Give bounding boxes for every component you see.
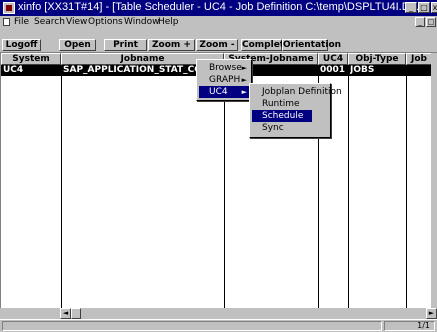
mdi-minimize-button[interactable]: _ (415, 17, 425, 27)
column-header-obj-type[interactable]: Obj-Type (348, 53, 406, 65)
menu-file[interactable]: File (14, 16, 29, 28)
page-indicator: 1/1 (384, 321, 435, 331)
column-header-job[interactable]: Job (406, 53, 432, 65)
window-title: xinfo [XX31T#14] - [Table Scheduler - UC… (18, 1, 419, 13)
submenu-schedule[interactable]: Schedule (252, 110, 312, 122)
menu-search[interactable]: Search (34, 16, 65, 28)
column-header-uc4[interactable]: UC4 (318, 53, 348, 65)
menu-view[interactable]: View (66, 16, 87, 28)
submenu-arrow-icon: ► (241, 88, 247, 96)
logoff-button[interactable]: Logoff (2, 39, 41, 51)
cell-uc4: 0001 (320, 65, 346, 75)
document-icon[interactable] (3, 18, 10, 26)
complete-button[interactable]: Complete (241, 39, 290, 51)
uc4-submenu: Jobplan Definition Runtime Schedule Sync (249, 83, 342, 138)
maximize-button[interactable]: □ (418, 2, 430, 13)
status-bar: 1/1 (0, 319, 437, 332)
context-menu-uc4[interactable]: UC4 ► (199, 86, 249, 98)
title-bar: xinfo [XX31T#14] - [Table Scheduler - UC… (0, 0, 437, 16)
mdi-restore-button[interactable]: □ (426, 17, 436, 27)
cell-system: UC4 (3, 65, 24, 75)
context-menu: Browse ► GRAPH ► UC4 ► (196, 59, 252, 101)
submenu-sync[interactable]: Sync (252, 122, 328, 134)
context-menu-browse[interactable]: Browse ► (199, 62, 249, 74)
close-button[interactable]: x (431, 2, 437, 13)
submenu-jobplan-definition[interactable]: Jobplan Definition (252, 86, 342, 98)
column-divider (406, 65, 407, 308)
status-message (2, 321, 382, 331)
scroll-left-icon[interactable]: ◄ (60, 308, 71, 319)
column-header-system[interactable]: System (1, 53, 61, 65)
app-icon[interactable] (3, 2, 15, 14)
orientation-button[interactable]: Orientation (282, 39, 341, 51)
submenu-arrow-icon: ► (241, 64, 247, 72)
menu-window[interactable]: Window (124, 16, 160, 28)
print-button[interactable]: Print (104, 39, 147, 51)
minimize-button[interactable]: _ (405, 2, 417, 13)
cell-obj-type: JOBS (350, 65, 375, 75)
context-menu-browse-label: Browse (209, 63, 242, 73)
zoom-in-button[interactable]: Zoom + (148, 39, 195, 51)
context-menu-graph[interactable]: GRAPH ► (199, 74, 249, 86)
zoom-out-button[interactable]: Zoom - (196, 39, 238, 51)
column-divider (224, 65, 225, 308)
column-divider (348, 65, 349, 308)
submenu-arrow-icon: ► (241, 76, 247, 84)
open-button[interactable]: Open (59, 39, 96, 51)
horizontal-scrollbar[interactable]: ◄ ► (60, 308, 437, 319)
submenu-runtime[interactable]: Runtime (252, 98, 328, 110)
context-menu-uc4-label: UC4 (209, 87, 228, 97)
column-divider (61, 65, 62, 308)
vertical-scrollbar[interactable] (431, 53, 437, 308)
scroll-thumb[interactable] (71, 308, 81, 319)
toolbar: Logoff Open Print Zoom + Zoom - Complete… (0, 28, 437, 53)
menu-bar: File Search View Options Window Help _ □ (0, 16, 437, 28)
menu-help[interactable]: Help (158, 16, 179, 28)
menu-options[interactable]: Options (88, 16, 123, 28)
scroll-right-icon[interactable]: ► (426, 308, 437, 319)
context-menu-graph-label: GRAPH (209, 75, 241, 85)
